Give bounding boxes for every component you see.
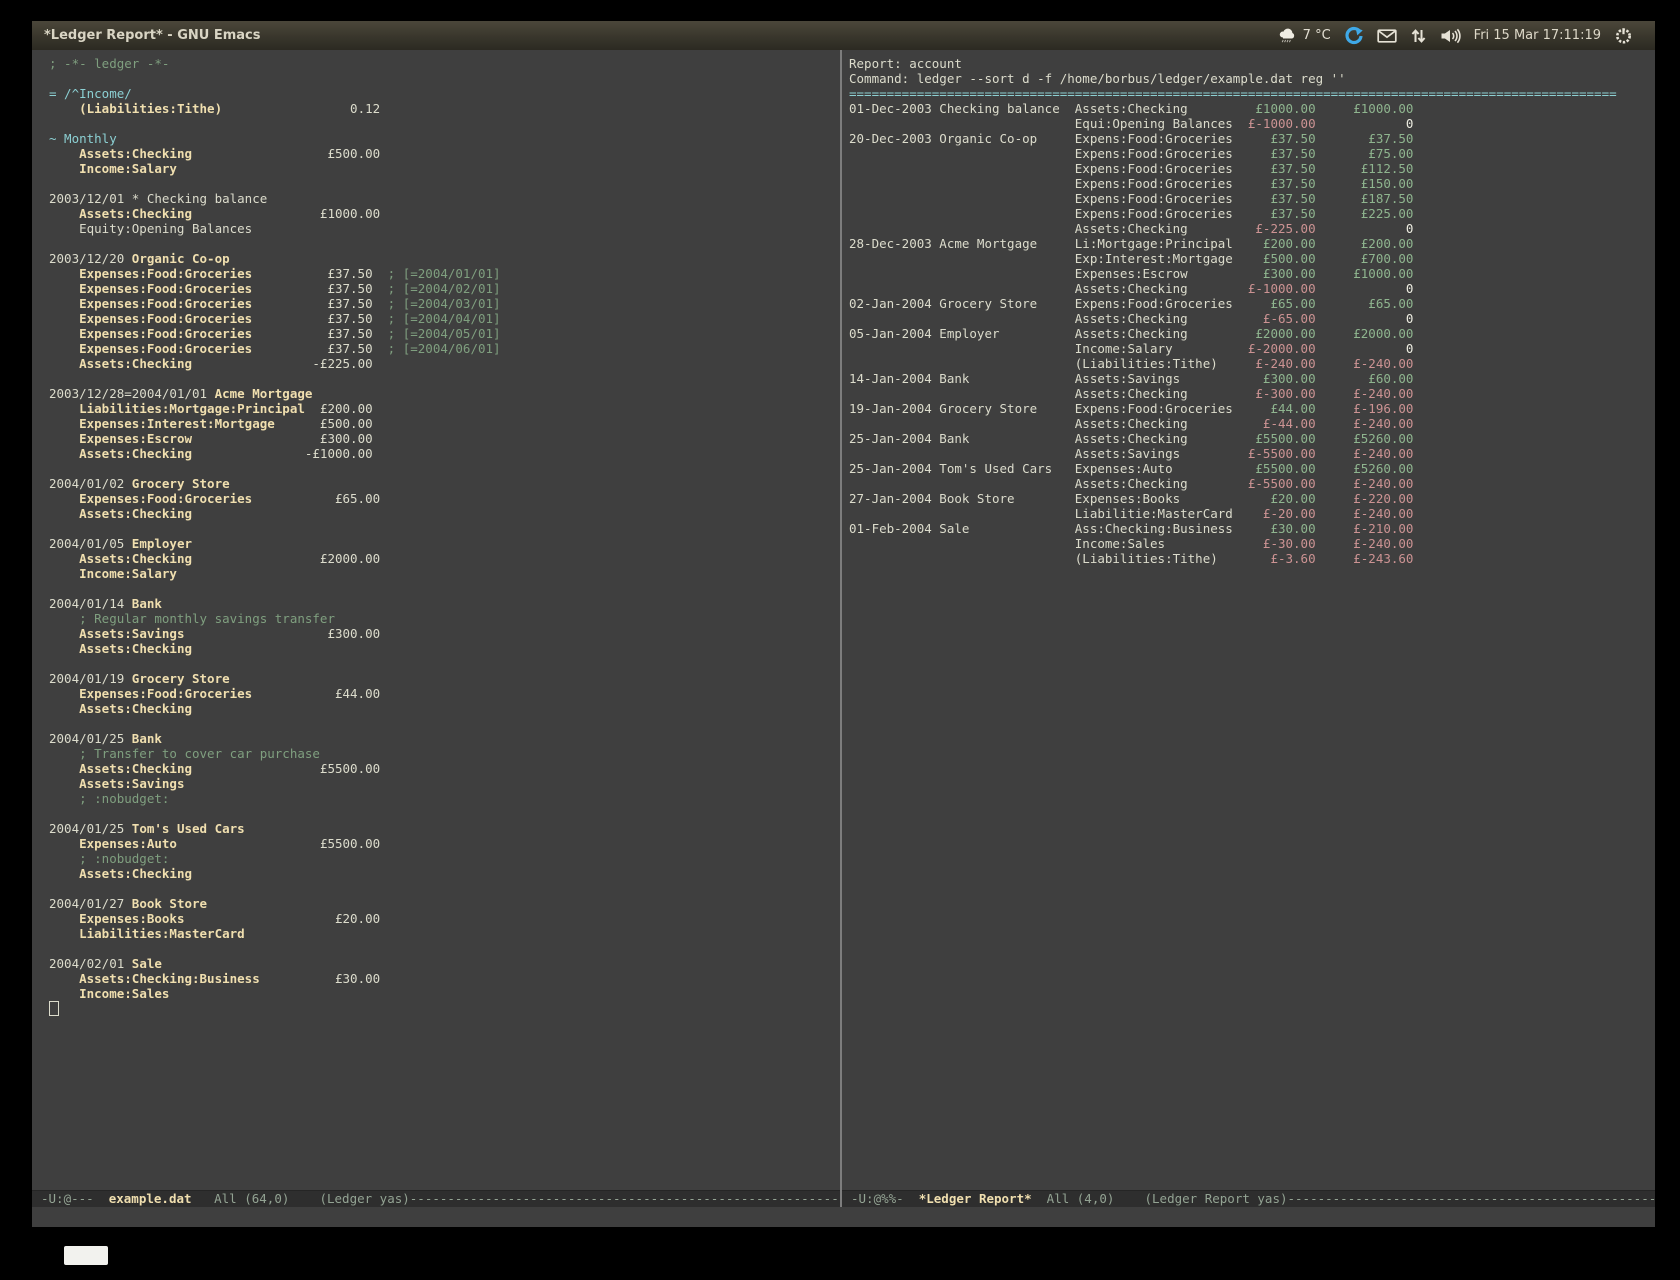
desktop: *Ledger Report* - GNU Emacs 7 °C: [0, 0, 1680, 1280]
report-line: Report: account: [849, 56, 1655, 71]
title-bar: *Ledger Report* - GNU Emacs 7 °C: [32, 21, 1655, 51]
power-icon[interactable]: [1614, 26, 1633, 45]
system-tray: 7 °C: [1278, 26, 1655, 46]
right-buffer-rows: 01-Dec-2003 Checking balance Assets:Chec…: [849, 101, 1655, 566]
separator-line: ========================================…: [849, 86, 1655, 101]
left-buffer-lines: ; -*- ledger -*-= /^Income/ (Liabilities…: [49, 56, 840, 1001]
window-title: *Ledger Report* - GNU Emacs: [32, 28, 260, 43]
emacs-frame: ; -*- ledger -*-= /^Income/ (Liabilities…: [32, 50, 1655, 1227]
text-cursor: [49, 1001, 59, 1016]
command-line: Command: ledger --sort d -f /home/borbus…: [849, 71, 1655, 86]
clock[interactable]: Fri 15 Mar 17:11:19: [1474, 28, 1601, 43]
minibuffer[interactable]: [32, 1207, 1655, 1227]
dock-item[interactable]: [64, 1246, 108, 1265]
right-window[interactable]: Report: account Command: ledger --sort d…: [842, 50, 1655, 1190]
network-arrows-icon[interactable]: [1410, 27, 1427, 45]
modeline-left[interactable]: -U:@--- example.dat All (64,0) (Ledger y…: [32, 1190, 840, 1207]
mail-icon[interactable]: [1377, 28, 1397, 44]
volume-icon[interactable]: [1440, 27, 1461, 45]
left-window[interactable]: ; -*- ledger -*-= /^Income/ (Liabilities…: [32, 50, 840, 1190]
weather-icon[interactable]: [1278, 27, 1297, 45]
modeline-right[interactable]: -U:@%%- *Ledger Report* All (4,0) (Ledge…: [842, 1190, 1655, 1207]
refresh-icon[interactable]: [1344, 26, 1364, 46]
temperature-label: 7 °C: [1303, 28, 1331, 43]
